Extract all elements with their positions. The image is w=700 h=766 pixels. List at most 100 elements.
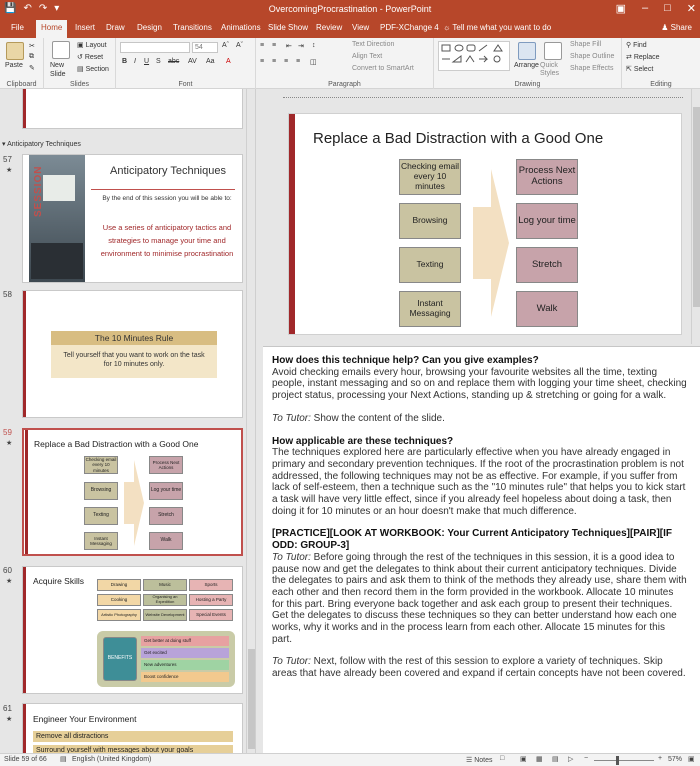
shadow-icon[interactable]: S xyxy=(156,58,161,65)
slide-title[interactable]: Replace a Bad Distraction with a Good On… xyxy=(313,130,603,147)
slide-left-box-0[interactable]: Checking email every 10 minutes xyxy=(399,159,461,195)
slide-right-box-0[interactable]: Process Next Actions xyxy=(516,159,578,195)
zoom-slider[interactable] xyxy=(594,760,654,761)
change-case-icon[interactable]: Aa xyxy=(206,58,215,65)
align-right-icon[interactable]: ≡ xyxy=(284,58,288,65)
italic-icon[interactable]: I xyxy=(134,58,136,65)
tab-slide-show[interactable]: Slide Show xyxy=(268,23,308,32)
font-name-combo[interactable] xyxy=(120,42,190,53)
bullets-icon[interactable]: ≡ xyxy=(260,42,264,49)
zoom-out-button[interactable]: − xyxy=(584,755,588,762)
language-indicator[interactable]: English (United Kingdom) xyxy=(72,756,151,763)
slide-thumb-56-partial[interactable] xyxy=(22,89,243,129)
slide-thumb-61[interactable]: Engineer Your Environment Remove all dis… xyxy=(22,703,243,753)
slide-right-box-2[interactable]: Stretch xyxy=(516,247,578,283)
grow-font-icon[interactable]: Aˆ xyxy=(222,42,229,49)
shape-outline-button[interactable]: Shape Outline xyxy=(570,53,614,60)
reading-view-icon[interactable]: ▤ xyxy=(552,755,559,763)
shape-fill-button[interactable]: Shape Fill xyxy=(570,41,601,48)
tab-insert[interactable]: Insert xyxy=(75,23,95,32)
current-slide[interactable]: Replace a Bad Distraction with a Good On… xyxy=(288,113,682,335)
columns-icon[interactable]: ◫ xyxy=(310,58,317,66)
line-spacing-icon[interactable]: ↕ xyxy=(312,42,316,49)
shape-effects-button[interactable]: Shape Effects xyxy=(570,65,613,72)
slide-scrollbar[interactable] xyxy=(691,89,700,344)
paste-icon[interactable] xyxy=(6,42,24,60)
slide-sorter-icon[interactable]: ▦ xyxy=(536,755,543,763)
text-direction-button[interactable]: Text Direction xyxy=(352,41,394,48)
increase-indent-icon[interactable]: ⇥ xyxy=(298,42,304,50)
slide-thumb-59[interactable]: Replace a Bad Distraction with a Good On… xyxy=(22,428,243,556)
tab-pdf-xchange[interactable]: PDF-XChange 4 xyxy=(380,23,439,32)
font-color-icon[interactable]: A xyxy=(226,58,231,65)
tab-transitions[interactable]: Transitions xyxy=(173,23,212,32)
section-button[interactable]: ▤ Section xyxy=(77,65,109,73)
slide-left-box-1[interactable]: Browsing xyxy=(399,203,461,239)
shapes-gallery[interactable] xyxy=(438,41,510,71)
tab-design[interactable]: Design xyxy=(137,23,162,32)
spellcheck-icon[interactable]: ▤ xyxy=(60,755,67,763)
maximize-button[interactable]: □ xyxy=(664,2,671,15)
arrange-button[interactable]: Arrange xyxy=(514,62,539,69)
shrink-font-icon[interactable]: Aˇ xyxy=(236,42,243,49)
decrease-indent-icon[interactable]: ⇤ xyxy=(286,42,292,50)
cut-icon[interactable]: ✂ xyxy=(29,42,35,50)
normal-view-icon[interactable]: ▣ xyxy=(520,755,527,763)
strikethrough-icon[interactable]: abc xyxy=(168,58,179,65)
comments-icon[interactable]: □ xyxy=(500,755,504,762)
slide-arrow[interactable] xyxy=(473,169,509,317)
justify-icon[interactable]: ≡ xyxy=(296,58,300,65)
notes-pane[interactable]: How does this technique help? Can you gi… xyxy=(263,346,700,753)
share-button[interactable]: ♟ Share xyxy=(661,23,692,32)
section-header[interactable]: ▾ Anticipatory Techniques xyxy=(2,140,81,148)
align-left-icon[interactable]: ≡ xyxy=(260,58,264,65)
tab-view[interactable]: View xyxy=(352,23,369,32)
replace-button[interactable]: ⇄ Replace xyxy=(626,53,660,61)
underline-icon[interactable]: U xyxy=(144,58,149,65)
zoom-slider-thumb[interactable] xyxy=(616,756,619,765)
tab-draw[interactable]: Draw xyxy=(106,23,125,32)
tab-animations[interactable]: Animations xyxy=(221,23,261,32)
font-size-combo[interactable]: 54 xyxy=(192,42,218,53)
quick-styles-button[interactable]: Quick Styles xyxy=(540,62,566,78)
tab-review[interactable]: Review xyxy=(316,23,342,32)
arrange-icon[interactable] xyxy=(518,42,536,60)
thumbnail-scrollbar[interactable] xyxy=(246,89,255,753)
reset-button[interactable]: ↺ Reset xyxy=(77,53,103,61)
notes-text[interactable]: How does this technique help? Can you gi… xyxy=(272,355,687,691)
find-button[interactable]: ⚲ Find xyxy=(626,41,647,49)
ribbon-display-icon[interactable]: ▣ xyxy=(616,2,626,15)
slide-thumb-60[interactable]: Acquire Skills Drawing Music Sports Cook… xyxy=(22,566,243,694)
copy-icon[interactable]: ⧉ xyxy=(29,53,34,61)
tell-me-box[interactable]: ☼ Tell me what you want to do xyxy=(443,23,551,32)
tab-file[interactable]: File xyxy=(11,23,24,32)
quick-styles-icon[interactable] xyxy=(544,42,562,60)
close-button[interactable]: ✕ xyxy=(687,2,696,15)
minimize-button[interactable]: – xyxy=(642,2,648,15)
zoom-in-button[interactable]: + xyxy=(658,755,662,762)
format-painter-icon[interactable]: ✎ xyxy=(29,64,35,72)
slideshow-icon[interactable]: ▷ xyxy=(568,755,573,763)
slide-thumb-58[interactable]: The 10 Minutes Rule Tell yourself that y… xyxy=(22,290,243,418)
tab-home[interactable]: Home xyxy=(36,20,68,38)
slide-left-box-3[interactable]: Instant Messaging xyxy=(399,291,461,327)
select-button[interactable]: ⇱ Select xyxy=(626,65,653,73)
notes-toggle[interactable]: ☰ Notes xyxy=(466,756,493,764)
pane-splitter[interactable] xyxy=(255,89,263,753)
spacing-icon[interactable]: AV xyxy=(188,58,197,65)
slide-scroll-thumb[interactable] xyxy=(693,107,700,307)
numbering-icon[interactable]: ≡ xyxy=(272,42,276,49)
slide-right-box-3[interactable]: Walk xyxy=(516,291,578,327)
new-slide-button[interactable]: New Slide xyxy=(50,61,74,79)
convert-smartart-button[interactable]: Convert to SmartArt xyxy=(352,65,414,72)
align-text-button[interactable]: Align Text xyxy=(352,53,382,60)
layout-button[interactable]: ▣ Layout xyxy=(77,41,107,49)
fit-to-window-icon[interactable]: ▣ xyxy=(688,755,695,763)
new-slide-icon[interactable] xyxy=(52,41,70,59)
slide-left-box-2[interactable]: Texting xyxy=(399,247,461,283)
slide-thumb-57[interactable]: SESSION Anticipatory Techniques By the e… xyxy=(22,154,243,283)
paste-button[interactable]: Paste xyxy=(5,62,23,69)
zoom-level[interactable]: 57% xyxy=(668,756,682,763)
thumbnail-scroll-thumb[interactable] xyxy=(248,649,255,749)
bold-icon[interactable]: B xyxy=(122,58,127,65)
